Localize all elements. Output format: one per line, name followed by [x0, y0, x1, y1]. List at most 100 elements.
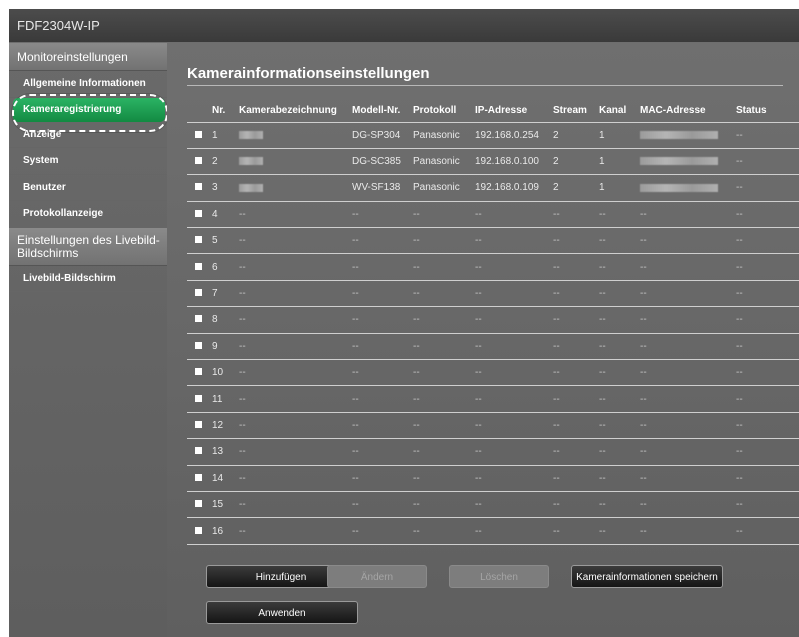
row-checkbox[interactable]: [195, 183, 202, 191]
cell-select[interactable]: [187, 464, 209, 492]
cell-text: --: [553, 472, 560, 484]
cell-text: --: [736, 340, 743, 352]
cell-ip: --: [472, 411, 550, 439]
cell-channel: --: [596, 438, 637, 466]
row-checkbox[interactable]: [195, 236, 202, 244]
cell-text: --: [352, 393, 359, 405]
redacted-camera-name: [239, 157, 263, 166]
row-checkbox[interactable]: [195, 209, 202, 217]
table-row[interactable]: 4 -- -- -- -- -- -- -- --: [187, 200, 799, 228]
cell-channel: --: [596, 490, 637, 518]
cell-text: 3: [212, 182, 218, 194]
cell-select[interactable]: [187, 227, 209, 254]
cell-text: 4: [212, 208, 218, 220]
cell-text: 192.168.0.109: [475, 182, 539, 194]
cell-channel: 1: [596, 147, 637, 175]
cell-select[interactable]: [187, 121, 209, 149]
cell-text: --: [640, 235, 647, 247]
cell-mac: [637, 174, 733, 202]
cell-text: --: [736, 156, 743, 168]
cell-text: --: [640, 261, 647, 273]
cell-select[interactable]: [187, 253, 209, 281]
cell-name: --: [236, 227, 349, 254]
cell-text: 13: [212, 446, 224, 458]
cell-channel: --: [596, 332, 637, 360]
cell-text: 15: [212, 499, 224, 511]
table-row[interactable]: 10 -- -- -- -- -- -- -- --: [187, 359, 799, 386]
redacted-camera-name: [239, 131, 263, 140]
table-row[interactable]: 13 -- -- -- -- -- -- -- --: [187, 438, 799, 466]
table-row[interactable]: 6 -- -- -- -- -- -- -- --: [187, 253, 799, 281]
table-row[interactable]: 5 -- -- -- -- -- -- -- --: [187, 227, 799, 254]
cell-stream: --: [550, 464, 596, 492]
cell-select[interactable]: [187, 279, 209, 307]
sidebar-item-users[interactable]: Benutzer: [9, 175, 167, 201]
row-checkbox[interactable]: [195, 262, 202, 270]
cell-select[interactable]: [187, 359, 209, 386]
sidebar-section-monitor[interactable]: Monitoreinstellungen: [9, 43, 167, 71]
cell-text: --: [475, 367, 482, 379]
row-checkbox[interactable]: [195, 500, 202, 508]
cell-status: --: [733, 227, 799, 254]
cell-select[interactable]: [187, 147, 209, 175]
cell-select[interactable]: [187, 174, 209, 202]
cell-select[interactable]: [187, 200, 209, 228]
col-mac: MAC-Adresse: [640, 105, 706, 117]
main-panel: Kamerainformationseinstellungen Nr. Kame…: [167, 43, 799, 637]
row-checkbox[interactable]: [195, 526, 202, 534]
table-row[interactable]: 11 -- -- -- -- -- -- -- --: [187, 385, 799, 413]
change-button[interactable]: Ändern: [327, 565, 427, 588]
cell-select[interactable]: [187, 332, 209, 360]
cell-text: --: [640, 472, 647, 484]
table-row[interactable]: 14 -- -- -- -- -- -- -- --: [187, 464, 799, 492]
sidebar-item-general-info[interactable]: Allgemeine Informationen: [9, 71, 167, 98]
save-camera-info-button[interactable]: Kamerainformationen speichern: [571, 565, 723, 588]
row-checkbox[interactable]: [195, 473, 202, 481]
cell-select[interactable]: [187, 306, 209, 334]
cell-select[interactable]: [187, 490, 209, 518]
table-row[interactable]: 3 WV-SF138 Panasonic 192.168.0.109 2 1 --: [187, 174, 799, 202]
cell-name: [236, 147, 349, 175]
row-checkbox[interactable]: [195, 420, 202, 428]
redacted-mac-address: [640, 157, 718, 166]
sidebar-section-live[interactable]: Einstellungen des Livebild-Bildschirms: [9, 227, 167, 266]
cell-text: --: [736, 129, 743, 141]
row-checkbox[interactable]: [195, 368, 202, 376]
table-row[interactable]: 16 -- -- -- -- -- -- -- --: [187, 517, 799, 545]
cell-text: DG-SP304: [352, 129, 401, 141]
row-checkbox[interactable]: [195, 130, 202, 138]
cell-nr: 15: [209, 490, 236, 518]
table-row[interactable]: 9 -- -- -- -- -- -- -- --: [187, 332, 799, 360]
cell-select[interactable]: [187, 411, 209, 439]
cell-select[interactable]: [187, 385, 209, 413]
cell-text: --: [413, 288, 420, 300]
cell-select[interactable]: [187, 438, 209, 466]
sidebar-item-live-screen[interactable]: Livebild-Bildschirm: [9, 266, 167, 292]
table-row[interactable]: 7 -- -- -- -- -- -- -- --: [187, 279, 799, 307]
delete-button[interactable]: Löschen: [449, 565, 549, 588]
cell-text: 2: [553, 129, 559, 141]
table-row[interactable]: 15 -- -- -- -- -- -- -- --: [187, 490, 799, 518]
table-row[interactable]: 12 -- -- -- -- -- -- -- --: [187, 411, 799, 439]
cell-select[interactable]: [187, 517, 209, 545]
row-checkbox[interactable]: [195, 447, 202, 455]
sidebar-item-camera-registration[interactable]: Kameraregistrierung: [13, 97, 165, 122]
cell-channel: --: [596, 517, 637, 545]
row-checkbox[interactable]: [195, 315, 202, 323]
row-checkbox[interactable]: [195, 289, 202, 297]
sidebar-item-log[interactable]: Protokollanzeige: [9, 201, 167, 228]
table-row[interactable]: 1 DG-SP304 Panasonic 192.168.0.254 2 1 --: [187, 121, 799, 149]
cell-text: --: [413, 419, 420, 431]
row-checkbox[interactable]: [195, 157, 202, 165]
cell-mac: --: [637, 385, 733, 413]
cell-text: --: [475, 340, 482, 352]
cell-channel: 1: [596, 174, 637, 202]
table-row[interactable]: 2 DG-SC385 Panasonic 192.168.0.100 2 1 --: [187, 147, 799, 175]
cell-name: --: [236, 385, 349, 413]
table-row[interactable]: 8 -- -- -- -- -- -- -- --: [187, 306, 799, 334]
sidebar-item-system[interactable]: System: [9, 148, 167, 175]
row-checkbox[interactable]: [195, 341, 202, 349]
sidebar-item-display[interactable]: Anzeige: [9, 122, 167, 148]
apply-button[interactable]: Anwenden: [206, 601, 358, 624]
row-checkbox[interactable]: [195, 394, 202, 402]
